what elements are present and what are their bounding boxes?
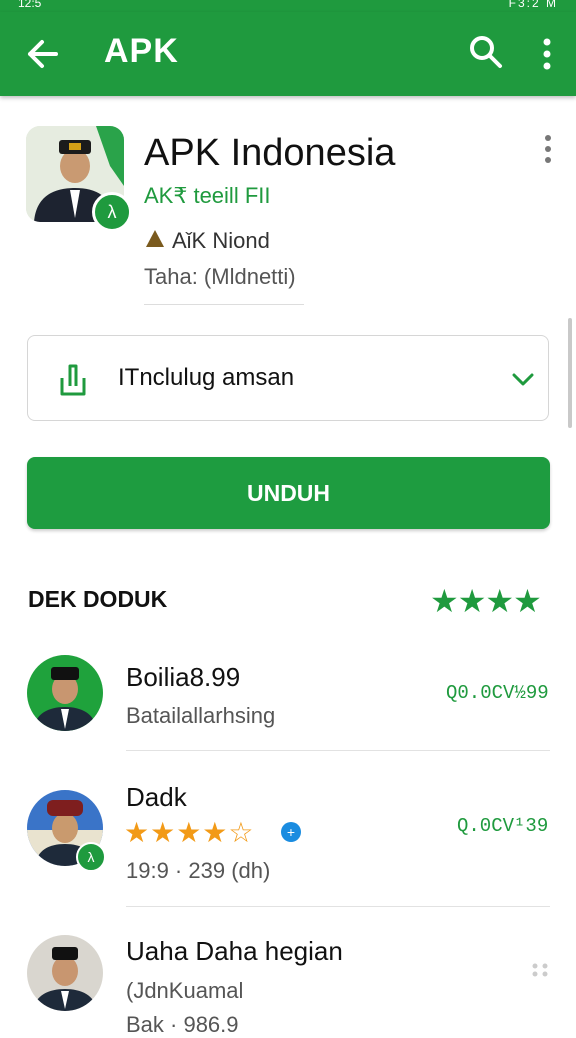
download-hand-icon — [60, 364, 86, 396]
section-rating-stars: ★★★★ — [430, 583, 542, 619]
rating-stars: ★★★★☆ — [124, 817, 255, 848]
more-vert-icon[interactable] — [532, 34, 562, 74]
app-developer[interactable]: AK₹ teeill FII — [144, 183, 270, 209]
app-bar-title: APK — [104, 32, 179, 70]
dropdown-label: ITnclulug amsan — [118, 364, 295, 391]
search-icon[interactable] — [466, 32, 506, 72]
avatar[interactable] — [27, 655, 103, 731]
install-option-dropdown[interactable]: ITnclulug amsan — [27, 335, 549, 421]
divider — [144, 304, 304, 305]
app-more-icon[interactable] — [542, 134, 554, 164]
list-item-title[interactable]: Boilia8.99 — [126, 662, 240, 693]
list-item-subtitle: Batailallarhsing — [126, 703, 276, 728]
divider — [126, 906, 550, 907]
app-size: Taha: (Mldnetti) — [144, 264, 296, 289]
divider — [126, 750, 550, 751]
list-item-price[interactable]: Q.0CV¹39 — [457, 815, 548, 837]
list-item-title[interactable]: Uaha Daha hegian — [126, 936, 343, 967]
list-item-extra: Bak · 986.9 — [126, 1012, 239, 1037]
list-item-subtitle: (JdnKuamal — [126, 978, 244, 1003]
verified-badge-icon: λ — [76, 842, 106, 872]
chevron-down-icon — [512, 373, 534, 386]
list-item-price[interactable]: Q0.0CV½99 — [446, 682, 549, 704]
category-icon — [146, 230, 164, 247]
status-bar: 12:5 F3:2 M — [0, 0, 576, 12]
section-title: DEK DODUK — [28, 586, 168, 612]
avatar[interactable] — [27, 935, 103, 1011]
scrollbar[interactable] — [568, 318, 572, 428]
list-item-title[interactable]: Dadk — [126, 782, 187, 813]
download-button[interactable]: UNDUH — [27, 457, 550, 529]
status-right: F3:2 M — [508, 0, 558, 10]
info-icon: + — [281, 822, 301, 842]
arrow-left-icon[interactable] — [22, 34, 62, 74]
verified-badge-icon: λ — [92, 192, 132, 232]
status-time: 12:5 — [18, 0, 42, 10]
list-item-meta: 19:9 · 239 (dh) — [126, 858, 271, 883]
app-bar: APK — [0, 12, 576, 96]
app-name: APK Indonesia — [144, 132, 396, 174]
drag-handle-icon[interactable] — [530, 962, 550, 978]
app-category: AǐK Niond — [172, 228, 270, 253]
